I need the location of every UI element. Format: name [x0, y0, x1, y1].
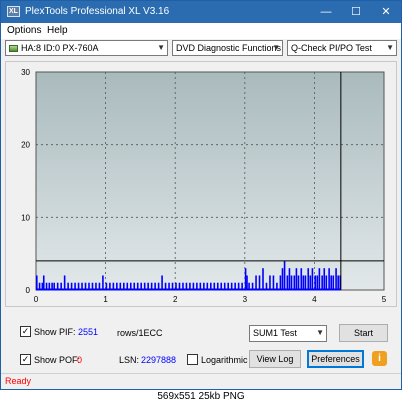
minimize-button[interactable]: — — [311, 1, 341, 23]
pif-bar — [302, 275, 305, 290]
x-tick-label: 2 — [173, 295, 178, 304]
chevron-down-icon: ▼ — [272, 43, 280, 52]
test-select-value: Q-Check PI/PO Test — [291, 43, 372, 53]
y-tick-label: 10 — [21, 213, 30, 222]
sum-test-select-value: SUM1 Test — [253, 328, 297, 338]
function-select[interactable]: DVD Diagnostic Functions ▼ — [172, 40, 283, 56]
pif-bar — [102, 275, 104, 290]
lsn-label: LSN: — [119, 355, 140, 365]
pif-bar — [290, 275, 293, 290]
close-button[interactable]: ✕ — [371, 1, 401, 23]
drive-icon — [9, 45, 18, 52]
rows-ecc-label: rows/1ECC — [117, 328, 163, 338]
y-tick-label: 0 — [26, 286, 31, 295]
sum-test-select[interactable]: SUM1 Test ▼ — [249, 325, 327, 342]
pif-bar — [286, 275, 289, 290]
pif-bar — [337, 275, 339, 290]
start-button[interactable]: Start — [339, 324, 388, 342]
show-pif-checkbox[interactable]: ✓ — [20, 326, 31, 337]
y-tick-label: 20 — [21, 141, 30, 150]
pif-bar — [255, 275, 257, 290]
chevron-down-icon: ▼ — [157, 43, 165, 52]
pif-bar — [325, 275, 328, 290]
show-pof-checkbox[interactable]: ✓ — [20, 354, 31, 365]
pif-bar — [269, 275, 271, 290]
pif-bar — [244, 268, 247, 290]
image-caption: 569x551 25kb PNG — [0, 390, 402, 404]
drive-select-value: HA:8 ID:0 PX-760A — [21, 43, 99, 53]
pif-bar — [161, 275, 163, 290]
pif-bar — [258, 275, 261, 290]
pif-bar — [288, 268, 291, 290]
maximize-button[interactable]: ☐ — [341, 1, 371, 23]
x-tick-label: 0 — [34, 295, 39, 304]
pif-bar — [36, 275, 38, 290]
status-bar: Ready — [1, 373, 401, 389]
pof-value: 0 — [77, 355, 83, 365]
lsn-value: 2297888 — [141, 355, 177, 365]
info-icon[interactable]: i — [372, 351, 387, 366]
window-title: PlexTools Professional XL V3.16 — [25, 6, 170, 17]
pif-bar — [295, 268, 298, 290]
pif-bar — [314, 275, 316, 290]
pif-bar — [316, 275, 319, 290]
drive-select[interactable]: HA:8 ID:0 PX-760A ▼ — [5, 40, 168, 56]
controls-panel: ✓ Show PIF: 2551 rows/1ECC ✓ Show POF: 0… — [1, 315, 401, 371]
pif-bar — [42, 275, 45, 290]
pif-bar — [293, 275, 296, 290]
pi-po-chart: 0 1 2 3 4 5 0 10 20 30 — [21, 68, 387, 304]
pif-bar — [63, 275, 66, 290]
pif-bar — [318, 268, 321, 290]
pif-bar — [272, 275, 275, 290]
pif-bar — [300, 268, 303, 290]
plot-area — [35, 71, 385, 291]
title-bar[interactable]: XL PlexTools Professional XL V3.16 — ☐ ✕ — [1, 1, 401, 23]
pif-bar — [297, 275, 300, 290]
chevron-down-icon: ▼ — [386, 43, 394, 52]
x-tick-label: 3 — [243, 295, 248, 304]
toolbar: HA:8 ID:0 PX-760A ▼ DVD Diagnostic Funct… — [1, 39, 401, 59]
pif-value: 2551 — [78, 327, 99, 337]
pif-bar — [279, 275, 282, 290]
chevron-down-icon: ▼ — [316, 328, 324, 337]
show-pif-label: Show PIF: — [34, 327, 76, 337]
pif-bar — [335, 268, 337, 290]
view-log-button[interactable]: View Log — [249, 350, 301, 368]
menu-options[interactable]: Options — [7, 25, 41, 36]
app-icon: XL — [7, 6, 20, 17]
pif-bar — [321, 275, 323, 290]
preferences-button[interactable]: Preferences — [307, 350, 364, 368]
pif-bar — [328, 268, 330, 290]
status-text: Ready — [5, 376, 32, 386]
pif-bar — [323, 268, 326, 290]
logarithmic-label: Logarithmic — [201, 355, 248, 365]
menu-help[interactable]: Help — [47, 25, 68, 36]
test-select[interactable]: Q-Check PI/PO Test ▼ — [287, 40, 397, 56]
pif-bar — [309, 275, 312, 290]
pif-bar — [246, 275, 248, 290]
x-tick-label: 1 — [103, 295, 108, 304]
app-window: XL PlexTools Professional XL V3.16 — ☐ ✕… — [0, 0, 402, 390]
pif-bar — [332, 275, 335, 290]
pif-bar — [311, 268, 314, 290]
pif-bar — [283, 260, 286, 290]
pif-bar — [304, 275, 307, 290]
show-pof-label: Show POF: — [34, 355, 81, 365]
pif-bar — [281, 268, 284, 290]
logarithmic-checkbox[interactable] — [187, 354, 198, 365]
menu-bar: Options Help — [1, 23, 401, 39]
x-tick-label: 5 — [382, 295, 387, 304]
pif-bar — [330, 275, 333, 290]
chart-panel: 0 1 2 3 4 5 0 10 20 30 — [5, 61, 397, 307]
function-select-value: DVD Diagnostic Functions — [176, 43, 282, 53]
x-tick-label: 4 — [312, 295, 317, 304]
y-tick-label: 30 — [21, 68, 30, 77]
pif-bar — [262, 268, 264, 290]
pif-bar — [307, 268, 310, 290]
